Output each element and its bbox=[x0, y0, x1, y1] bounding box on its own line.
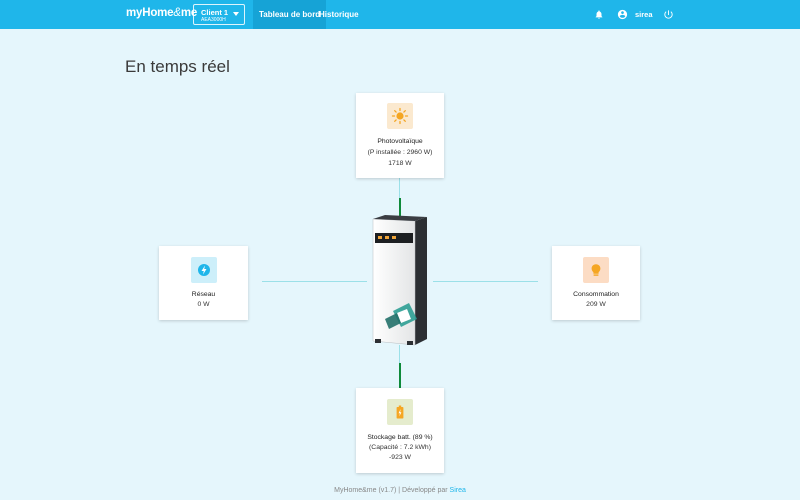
solar-power-value: 1718 W bbox=[388, 160, 412, 167]
consumption-card[interactable]: Consommation 209 W bbox=[552, 246, 640, 320]
battery-card[interactable]: Stockage batt. (89 %) (Capacité : 7.2 kW… bbox=[356, 388, 444, 473]
consumption-power-value: 209 W bbox=[586, 301, 606, 308]
footer-developer-link[interactable]: Sirea bbox=[450, 487, 466, 494]
client-name: Client 1 bbox=[201, 8, 229, 17]
logo-ampersand: & bbox=[173, 7, 181, 19]
bell-icon[interactable] bbox=[594, 9, 604, 20]
consumption-title: Consommation bbox=[573, 291, 619, 298]
top-navigation-bar: myHome&me Client 1 AEA3000H Tableau de b… bbox=[0, 0, 800, 29]
grid-power-value: 0 W bbox=[197, 301, 210, 308]
solar-title: Photovoltaïque bbox=[377, 138, 423, 145]
page-title: En temps réel bbox=[125, 57, 230, 76]
solar-installed-power: (P installée : 2960 W) bbox=[367, 149, 433, 156]
client-selector[interactable]: Client 1 AEA3000H bbox=[193, 4, 245, 25]
sun-icon bbox=[387, 103, 413, 129]
tab-history[interactable]: Historique bbox=[313, 0, 365, 29]
battery-capacity: (Capacité : 7.2 kWh) bbox=[369, 444, 431, 451]
account-icon[interactable] bbox=[617, 9, 628, 20]
consumption-connector bbox=[433, 281, 538, 282]
inverter-device-image bbox=[372, 215, 427, 346]
user-name[interactable]: sirea bbox=[635, 10, 653, 19]
bulb-icon bbox=[583, 257, 609, 283]
solar-connector-idle bbox=[399, 178, 400, 198]
battery-title: Stockage batt. (89 %) bbox=[367, 434, 433, 441]
grid-connector bbox=[262, 281, 367, 282]
footer-text: MyHome&me (v1.7) | Développé par bbox=[334, 487, 450, 494]
logo-text: myHome bbox=[126, 7, 174, 19]
battery-flow-line bbox=[399, 363, 401, 388]
battery-connector-idle bbox=[399, 345, 400, 363]
power-icon[interactable] bbox=[663, 9, 674, 20]
footer: MyHome&me (v1.7) | Développé par Sirea bbox=[0, 487, 800, 494]
grid-title: Réseau bbox=[191, 291, 216, 298]
app-logo[interactable]: myHome&me bbox=[126, 7, 197, 19]
chevron-down-icon bbox=[233, 12, 239, 16]
lightning-icon bbox=[190, 257, 217, 283]
grid-card[interactable]: Réseau 0 W bbox=[159, 246, 248, 320]
battery-icon bbox=[387, 399, 413, 425]
solar-card[interactable]: Photovoltaïque (P installée : 2960 W) 17… bbox=[356, 93, 444, 178]
client-code: AEA3000H bbox=[201, 17, 226, 23]
battery-power-value: -923 W bbox=[389, 454, 411, 461]
